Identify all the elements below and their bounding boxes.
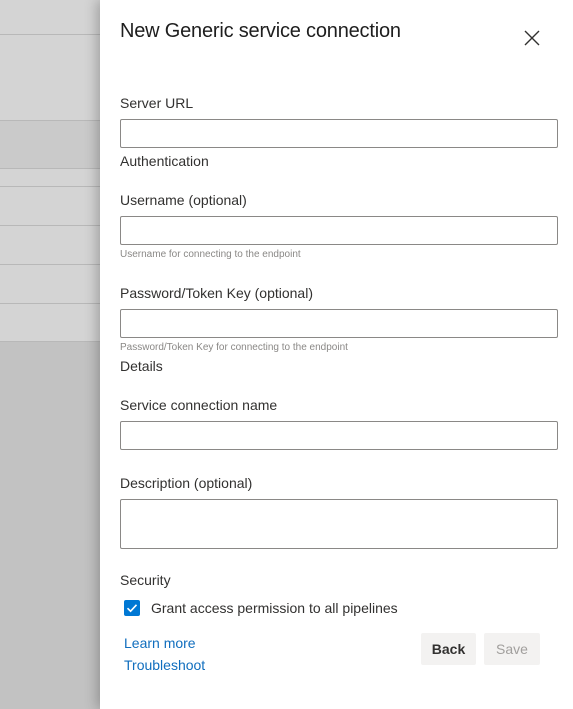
close-icon[interactable] (520, 26, 544, 50)
username-label: Username (optional) (120, 192, 247, 208)
authentication-section-heading: Authentication (120, 153, 209, 169)
description-textarea[interactable] (120, 499, 558, 549)
connection-name-input[interactable] (120, 421, 558, 450)
description-label: Description (optional) (120, 475, 253, 491)
password-input[interactable] (120, 309, 558, 338)
password-hint: Password/Token Key for connecting to the… (120, 342, 348, 353)
grant-access-checkbox[interactable] (124, 600, 140, 616)
dialog-title: New Generic service connection (120, 20, 401, 42)
server-url-input[interactable] (120, 119, 558, 148)
back-button[interactable]: Back (421, 633, 476, 665)
username-input[interactable] (120, 216, 558, 245)
password-label: Password/Token Key (optional) (120, 285, 313, 301)
grant-access-label[interactable]: Grant access permission to all pipelines (151, 600, 398, 616)
learn-more-link[interactable]: Learn more (124, 635, 196, 651)
save-button[interactable]: Save (484, 633, 540, 665)
troubleshoot-link[interactable]: Troubleshoot (124, 657, 205, 673)
security-section-heading: Security (120, 572, 171, 588)
details-section-heading: Details (120, 358, 163, 374)
connection-name-label: Service connection name (120, 397, 278, 413)
server-url-label: Server URL (120, 95, 194, 111)
checkmark-icon (126, 604, 138, 613)
username-hint: Username for connecting to the endpoint (120, 249, 301, 260)
service-connection-dialog: New Generic service connection Server UR… (100, 0, 573, 709)
